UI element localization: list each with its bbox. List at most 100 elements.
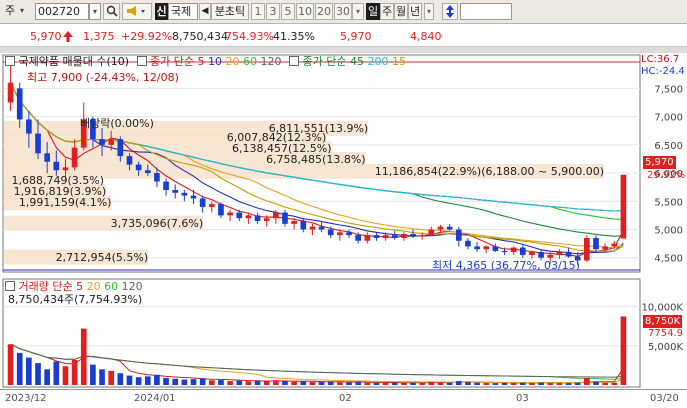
search-button[interactable]: [103, 3, 120, 20]
volume-profile-label: 2,712,954(5.5%): [55, 250, 149, 264]
market-label: 주: [4, 4, 16, 17]
candle-body: [108, 139, 115, 145]
volume-bar: [99, 369, 105, 385]
candle-body: [135, 164, 142, 171]
interval-dropdown[interactable]: ▾: [352, 3, 364, 20]
code-dropdown-button[interactable]: ▾: [89, 3, 101, 20]
candle-body: [291, 221, 297, 224]
volume-bar: [602, 382, 608, 385]
volume-bar: [382, 382, 389, 385]
volume-tick-label: 10,000K: [641, 303, 683, 314]
toolbar: 주 ▾ 002720 ▾ 신 국제 ◀ 분초틱 1 3 5 10 20 30 ▾…: [0, 0, 687, 24]
interval-10[interactable]: 10: [296, 3, 314, 20]
legend-checkbox[interactable]: [5, 56, 15, 66]
triangle-left-icon: ◀: [201, 6, 209, 16]
candle-body: [208, 204, 215, 207]
interval-20[interactable]: 20: [315, 3, 333, 20]
stock-code-input[interactable]: 002720: [35, 3, 89, 20]
change-percent: +29.92%: [121, 30, 173, 43]
new-listing-badge: 신: [155, 3, 168, 20]
price-tick-label: 5,500: [654, 197, 683, 208]
candle-body: [35, 133, 41, 154]
candle-body: [602, 246, 608, 250]
unit-selector[interactable]: 분초틱: [211, 3, 249, 20]
market-selector[interactable]: 주: [2, 3, 18, 20]
price-tick-label: 4,500: [654, 254, 683, 265]
volume-bar: [80, 328, 87, 385]
period-dropdown[interactable]: ▾: [424, 3, 434, 20]
volume-bar: [7, 344, 14, 385]
extra-input[interactable]: [460, 3, 512, 20]
toggle-button[interactable]: [442, 3, 458, 20]
candle-body: [172, 189, 179, 193]
ma5-label: 5: [197, 55, 205, 68]
quote-bar: 5,970 1,375 +29.92% 8,750,434 754.93% 41…: [0, 24, 687, 47]
volume-current-tag: 8,750K: [643, 315, 683, 328]
ma-legend-checkbox[interactable]: [136, 56, 147, 66]
period-month-tab[interactable]: 월: [394, 3, 408, 20]
stock-name: 국제: [168, 3, 198, 20]
ma-legend-title: 종가 단순: [150, 55, 195, 68]
ma60-label: 60: [243, 55, 258, 68]
volume-bar: [547, 382, 554, 385]
volume-bar: [135, 377, 142, 385]
volume-bar: [282, 381, 288, 385]
volume-bar: [254, 380, 261, 385]
dividend-annotation: 배당락(0.00%): [80, 117, 154, 130]
prev-button[interactable]: ◀: [199, 3, 211, 20]
ma20-label: 20: [225, 55, 240, 68]
vma120-label: 120: [121, 280, 143, 293]
candle-body: [373, 235, 380, 238]
candle-body: [492, 246, 499, 251]
volume-tick-label: 5,000K: [648, 342, 684, 353]
candle-body: [382, 235, 389, 238]
volume-bar: [510, 383, 517, 385]
volume-bar: [163, 377, 169, 385]
ma120-label: 120: [260, 55, 282, 68]
volume-bar: [26, 357, 32, 385]
arrow-up-icon: [63, 31, 73, 42]
candle-body: [300, 221, 307, 230]
period-year-tab[interactable]: 년: [408, 3, 422, 20]
volume-bar: [501, 382, 508, 385]
period-week-tab[interactable]: 주: [380, 3, 394, 20]
period-day-tab[interactable]: 일: [366, 3, 380, 20]
volume-bar: [208, 380, 215, 385]
volume-bar: [273, 380, 279, 385]
candle-body: [318, 226, 325, 230]
candle-body: [593, 237, 599, 250]
candle-body: [437, 226, 444, 230]
interval-3[interactable]: 3: [266, 3, 280, 20]
interval-1[interactable]: 1: [251, 3, 265, 20]
market-dropdown[interactable]: ▾: [17, 3, 27, 20]
volume-bar: [53, 361, 60, 385]
candle-body: [346, 232, 352, 236]
volume-legend-checkbox[interactable]: [5, 281, 15, 291]
volume-value: 8,750,434: [172, 30, 228, 43]
candle-body: [16, 88, 23, 120]
volume-bar: [565, 383, 572, 385]
interval-5[interactable]: 5: [281, 3, 295, 20]
chart-window: 주 ▾ 002720 ▾ 신 국제 ◀ 분초틱 1 3 5 10 20 30 ▾…: [0, 0, 687, 408]
volume-bar: [419, 382, 426, 385]
interval-30[interactable]: 30: [334, 3, 352, 20]
candle-body: [611, 243, 618, 247]
volume-bar: [71, 359, 78, 385]
candle-body: [584, 237, 590, 261]
volume-legend: 거래량 단순 5 20 60 120: [5, 280, 143, 293]
candle-body: [519, 247, 526, 255]
volume-profile-label: 6,758,485(13.8%): [266, 152, 366, 166]
turnover-ratio: 41.35%: [273, 30, 315, 43]
volume-bar: [16, 352, 23, 385]
candle-body: [163, 181, 169, 190]
candle-body: [483, 246, 490, 250]
candle-body: [620, 174, 627, 239]
volume-bar: [236, 380, 243, 385]
legend-name: 국제약품 매물대 수(10): [18, 55, 130, 68]
ma2-legend-checkbox[interactable]: [289, 56, 300, 66]
volume-bar: [108, 370, 115, 385]
candle-body: [245, 215, 252, 219]
volume-bar: [62, 366, 69, 385]
sound-button[interactable]: [122, 3, 152, 20]
candle-body: [99, 139, 105, 145]
